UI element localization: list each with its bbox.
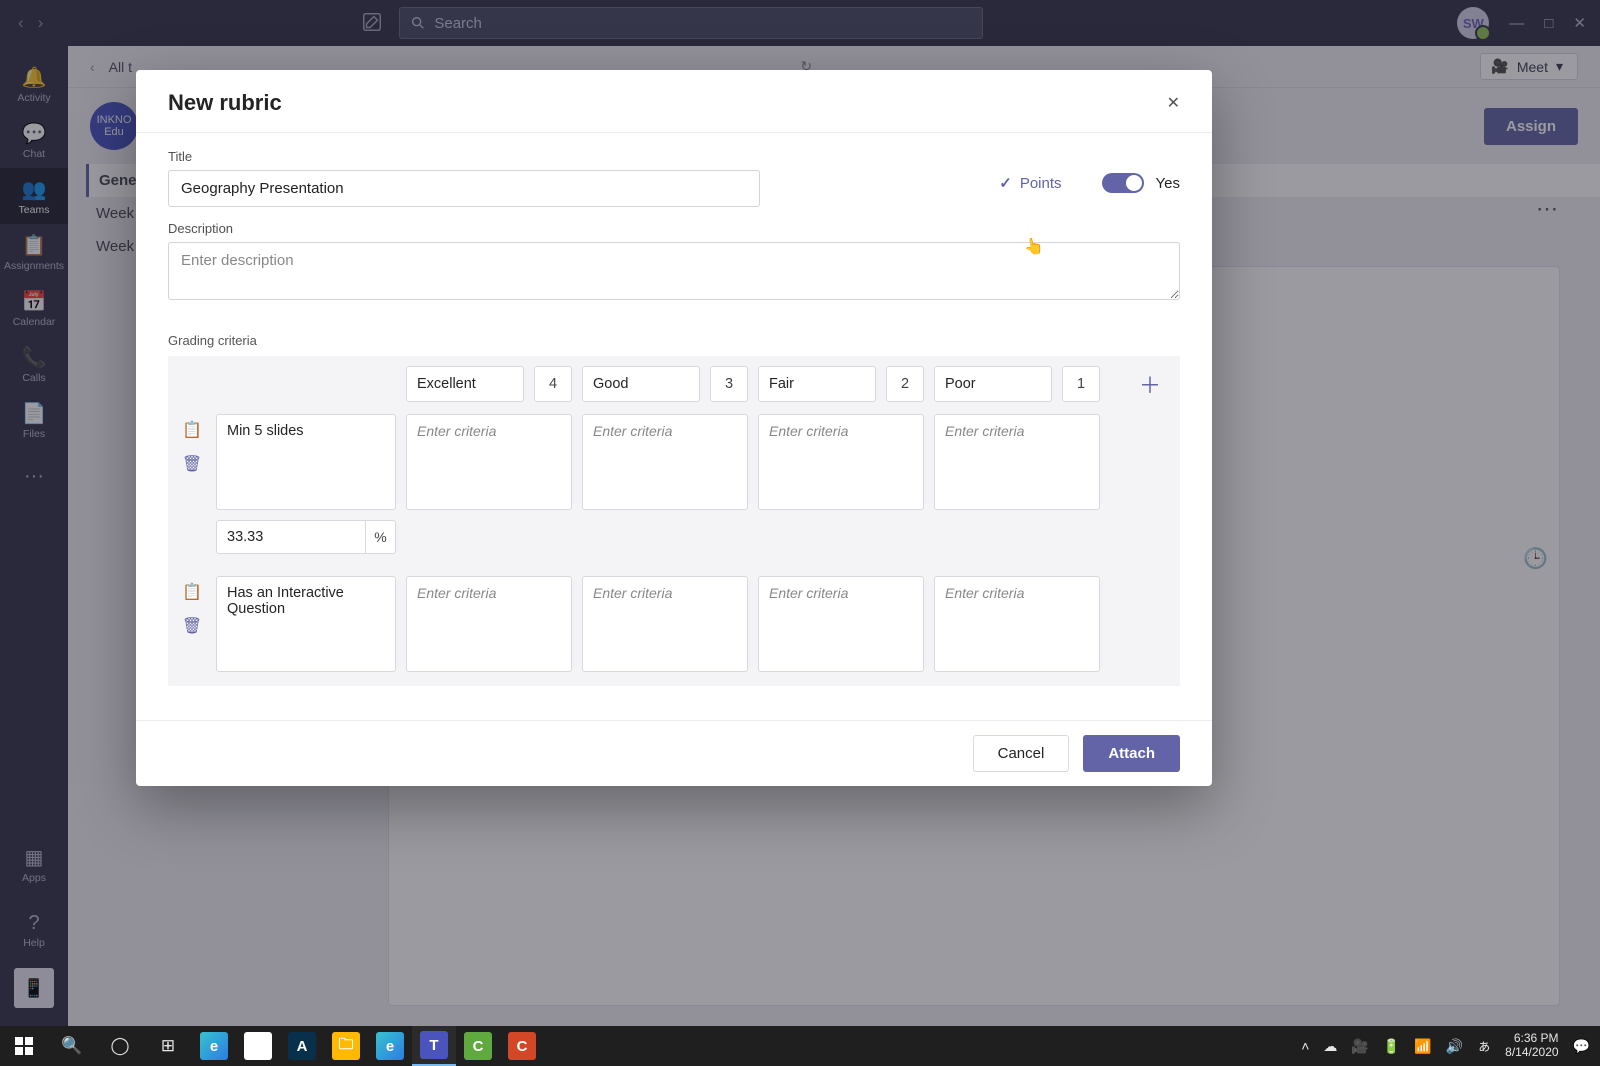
criterion-cell-1-0[interactable] <box>406 576 572 672</box>
add-level-button[interactable]: ＋ <box>1130 366 1170 402</box>
title-label: Title <box>168 149 760 164</box>
taskview-icon[interactable]: ⊞ <box>144 1026 192 1066</box>
level-name-2[interactable] <box>758 366 876 402</box>
criterion-row-1: 📋 🗑 Has an Interactive Question <box>178 576 1170 686</box>
taskbar-app-recorder[interactable]: C <box>500 1026 544 1066</box>
level-points-3[interactable] <box>1062 366 1100 402</box>
criterion-cell-0-1[interactable] <box>582 414 748 510</box>
criterion-name-1[interactable]: Has an Interactive Question <box>216 576 396 672</box>
taskbar-app-edge[interactable]: e <box>192 1026 236 1066</box>
cancel-button[interactable]: Cancel <box>973 735 1070 772</box>
level-points-2[interactable] <box>886 366 924 402</box>
tray-chevron-icon[interactable]: ˄ <box>1301 1038 1309 1054</box>
taskbar: 🔍 ◯ ⊞ e ◉ A 🗀 e T C C ˄ ☁ 🎥 🔋 📶 🔊 ぁ 6:36… <box>0 1026 1600 1066</box>
taskbar-clock[interactable]: 6:36 PM 8/14/2020 <box>1505 1032 1558 1060</box>
copy-icon[interactable]: 📋 <box>182 582 202 602</box>
grading-grid: ＋ 📋 🗑 Min 5 slides % � <box>168 356 1180 686</box>
grading-levels-header: ＋ <box>178 366 1170 402</box>
action-center-icon[interactable]: 💬 <box>1573 1038 1590 1055</box>
tray-volume-icon[interactable]: 🔊 <box>1446 1038 1463 1055</box>
toggle-label: Yes <box>1156 175 1180 192</box>
criterion-cell-0-3[interactable] <box>934 414 1100 510</box>
delete-icon[interactable]: 🗑 <box>182 454 202 474</box>
taskbar-app-anki[interactable]: A <box>280 1026 324 1066</box>
delete-icon[interactable]: 🗑 <box>182 616 202 636</box>
criterion-cell-1-3[interactable] <box>934 576 1100 672</box>
check-icon: ✓ <box>999 174 1012 192</box>
taskbar-search[interactable]: 🔍 <box>48 1026 96 1066</box>
points-toggle[interactable] <box>1102 173 1144 193</box>
criterion-name-0[interactable]: Min 5 slides <box>216 414 396 510</box>
grading-criteria-label: Grading criteria <box>168 333 1180 348</box>
tray-wifi-icon[interactable]: 📶 <box>1414 1038 1431 1055</box>
points-button[interactable]: ✓ Points <box>999 174 1061 192</box>
level-name-1[interactable] <box>582 366 700 402</box>
criterion-cell-0-0[interactable] <box>406 414 572 510</box>
description-label: Description <box>168 221 1180 236</box>
taskbar-app-chrome[interactable]: ◉ <box>236 1026 280 1066</box>
taskbar-app-camtasia[interactable]: C <box>456 1026 500 1066</box>
criterion-cell-1-2[interactable] <box>758 576 924 672</box>
taskbar-app-teams[interactable]: T <box>412 1026 456 1066</box>
title-input[interactable] <box>168 170 760 207</box>
level-points-1[interactable] <box>710 366 748 402</box>
close-icon[interactable]: ✕ <box>1167 93 1180 113</box>
level-points-0[interactable] <box>534 366 572 402</box>
attach-button[interactable]: Attach <box>1083 735 1180 772</box>
tray-battery-icon[interactable]: 🔋 <box>1383 1038 1400 1055</box>
weight-input-0[interactable] <box>216 520 366 554</box>
tray-onedrive-icon[interactable]: ☁ <box>1323 1038 1337 1055</box>
cortana-icon[interactable]: ◯ <box>96 1026 144 1066</box>
criterion-row-0: 📋 🗑 Min 5 slides <box>178 414 1170 524</box>
criterion-cell-0-2[interactable] <box>758 414 924 510</box>
new-rubric-modal: New rubric ✕ Title ✓ Points Yes 👆 Descri <box>136 70 1212 786</box>
copy-icon[interactable]: 📋 <box>182 420 202 440</box>
weight-unit-0: % <box>366 520 396 554</box>
level-name-0[interactable] <box>406 366 524 402</box>
criterion-cell-1-1[interactable] <box>582 576 748 672</box>
modal-title: New rubric <box>168 90 282 116</box>
taskbar-app-explorer[interactable]: 🗀 <box>324 1026 368 1066</box>
cursor-icon: 👆 <box>1023 236 1046 259</box>
level-name-3[interactable] <box>934 366 1052 402</box>
taskbar-app-edge2[interactable]: e <box>368 1026 412 1066</box>
tray-ime-icon[interactable]: ぁ <box>1477 1036 1491 1056</box>
start-button[interactable] <box>0 1026 48 1066</box>
criterion-weight-0: % <box>216 520 1170 554</box>
tray-meetnow-icon[interactable]: 🎥 <box>1351 1038 1368 1055</box>
